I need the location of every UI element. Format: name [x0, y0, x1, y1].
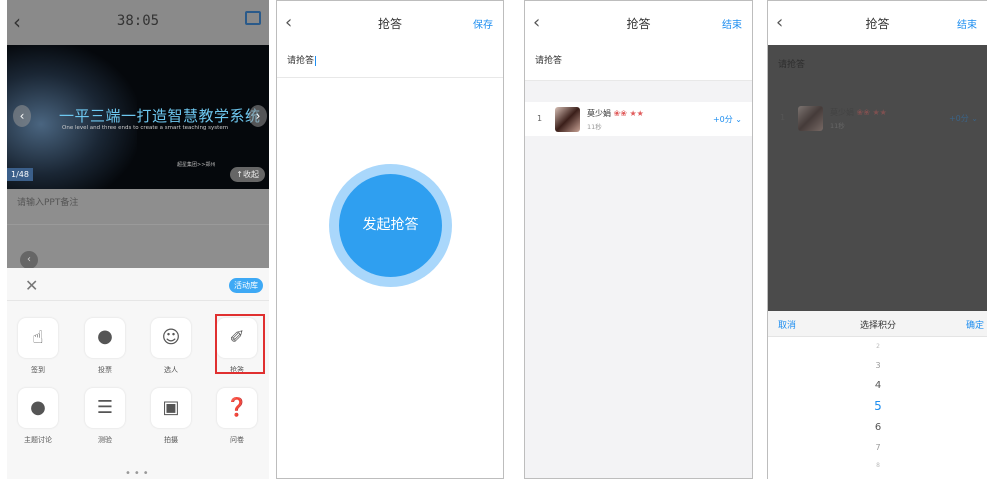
end-button[interactable]: 结束	[957, 16, 977, 31]
activity-library-button[interactable]: 活动库	[229, 278, 263, 293]
user-check-icon: ☺	[161, 327, 181, 348]
answer-row: 1 莫少娟 ❀❀ ★★ 11秒 +0分 ⌄	[768, 101, 987, 135]
badge-icons: ❀❀ ★★	[613, 109, 644, 118]
avatar	[555, 107, 580, 132]
picker-option[interactable]: 3	[768, 361, 987, 370]
tool-label: 测验	[98, 436, 112, 444]
picker-option-selected[interactable]: 5	[768, 399, 987, 413]
next-slide-button[interactable]: ›	[249, 105, 267, 127]
rank: 1	[780, 113, 786, 122]
prev-slide-button[interactable]: ‹	[13, 105, 31, 127]
header: ‹ 抢答 保存	[277, 1, 503, 45]
tool-label: 投票	[98, 366, 112, 374]
page-title: 抢答	[865, 17, 890, 31]
text-cursor	[315, 55, 317, 66]
answer-row: 1 莫少娟 ❀❀ ★★ 11秒 +0分 ⌄	[525, 102, 752, 136]
activity-sheet: ✕ 活动库 ☝ 签到 ● 投票 ☺ 选人 ✐ 抢答 ● 主题讨论 ☰ 测验 ▣	[7, 268, 269, 479]
question-text[interactable]: 请抢答	[287, 56, 314, 66]
tool-quiz[interactable]: ☰ 测验	[82, 388, 128, 445]
picker-title: 选择积分	[859, 321, 896, 331]
header: ‹ 抢答 结束	[525, 1, 752, 45]
divider	[7, 224, 269, 225]
question-text: 请抢答	[778, 60, 806, 70]
tool-vote[interactable]: ● 投票	[82, 318, 128, 375]
answer-time: 11秒	[830, 122, 845, 130]
dimmed-overlay[interactable]: 请抢答 1 莫少娟 ❀❀ ★★ 11秒 +0分 ⌄	[768, 45, 987, 311]
confirm-button[interactable]: 确定	[966, 318, 984, 331]
score-dropdown[interactable]: +0分 ⌄	[713, 114, 742, 125]
page-title: 抢答	[377, 17, 402, 31]
answer-time: 11秒	[587, 123, 602, 131]
slide-small-text: 超星集团>>郑州	[177, 162, 216, 168]
ppt-slide: 一平三端一打造智慧教学系统 One level and three ends t…	[7, 45, 269, 189]
tool-label: 签到	[31, 366, 45, 374]
question-field[interactable]: 请抢答	[277, 45, 503, 78]
student-name: 莫少娟	[587, 109, 611, 118]
tap-icon: ☝	[32, 327, 44, 348]
chevron-left-icon[interactable]: ‹	[20, 251, 38, 269]
student-name: 莫少娟	[830, 108, 854, 117]
questionnaire-icon: ❓	[225, 397, 249, 418]
page-title: 抢答	[626, 17, 651, 31]
avatar	[798, 106, 823, 131]
picker-option[interactable]: 8	[768, 462, 987, 469]
question-text: 请抢答	[535, 56, 563, 66]
badge-icons: ❀❀ ★★	[856, 108, 887, 117]
score-picker-screen: ‹ 抢答 结束 请抢答 1 莫少娟 ❀❀ ★★ 11秒 +0分 ⌄ 取消 选择积…	[767, 0, 987, 479]
slide-activity-screen: ‹ 38:05 一平三端一打造智慧教学系统 One level and thre…	[7, 0, 269, 479]
start-button-ring: 发起抢答	[329, 164, 452, 287]
picker-option[interactable]: 6	[768, 422, 987, 433]
start-quick-answer-button[interactable]: 发起抢答	[339, 174, 442, 277]
top-bar: ‹ 38:05	[7, 0, 269, 45]
timer: 38:05	[116, 13, 160, 29]
tool-label: 主题讨论	[24, 436, 52, 444]
rank: 1	[537, 114, 543, 123]
tool-sign-in[interactable]: ☝ 签到	[15, 318, 61, 375]
share-icon[interactable]	[245, 11, 261, 25]
quick-answer-setup-screen: ‹ 抢答 保存 请抢答 发起抢答	[276, 0, 504, 479]
end-button[interactable]: 结束	[722, 16, 742, 31]
page-dots: •••	[125, 468, 152, 479]
tool-label: 拍摄	[164, 436, 178, 444]
page-indicator: 1/48	[7, 168, 33, 181]
ppt-note-input[interactable]: 请输入PPT备注	[17, 195, 78, 208]
slide-title: 一平三端一打造智慧教学系统	[59, 107, 261, 125]
tool-pick-person[interactable]: ☺ 选人	[148, 318, 194, 375]
quick-answer-results-screen: ‹ 抢答 结束 请抢答 1 莫少娟 ❀❀ ★★ 11秒 +0分 ⌄	[524, 0, 753, 479]
close-icon[interactable]: ✕	[25, 276, 38, 295]
chart-icon: ●	[97, 326, 113, 347]
picker-option[interactable]: 7	[768, 443, 987, 452]
picker-toolbar: 取消 选择积分 确定	[768, 311, 987, 337]
picker-option[interactable]: 4	[768, 380, 987, 391]
picker-option[interactable]: 2	[768, 343, 987, 350]
tool-label: 选人	[164, 366, 178, 374]
quiz-icon: ☰	[96, 397, 114, 418]
slide-subtitle: One level and three ends to create a sma…	[62, 125, 229, 131]
question-line: 请抢答	[525, 45, 752, 81]
tool-label: 问卷	[230, 436, 244, 444]
highlight-box	[215, 314, 265, 374]
divider	[7, 300, 269, 301]
tool-discussion[interactable]: ● 主题讨论	[15, 388, 61, 445]
tool-questionnaire[interactable]: ❓ 问卷	[214, 388, 260, 445]
save-button[interactable]: 保存	[473, 16, 493, 31]
chat-icon: ●	[30, 397, 46, 418]
camera-icon: ▣	[162, 397, 180, 418]
header: ‹ 抢答 结束	[768, 1, 987, 45]
tool-camera[interactable]: ▣ 拍摄	[148, 388, 194, 445]
score-dropdown: +0分 ⌄	[948, 114, 978, 123]
collapse-button[interactable]: ↑收起	[230, 167, 265, 182]
